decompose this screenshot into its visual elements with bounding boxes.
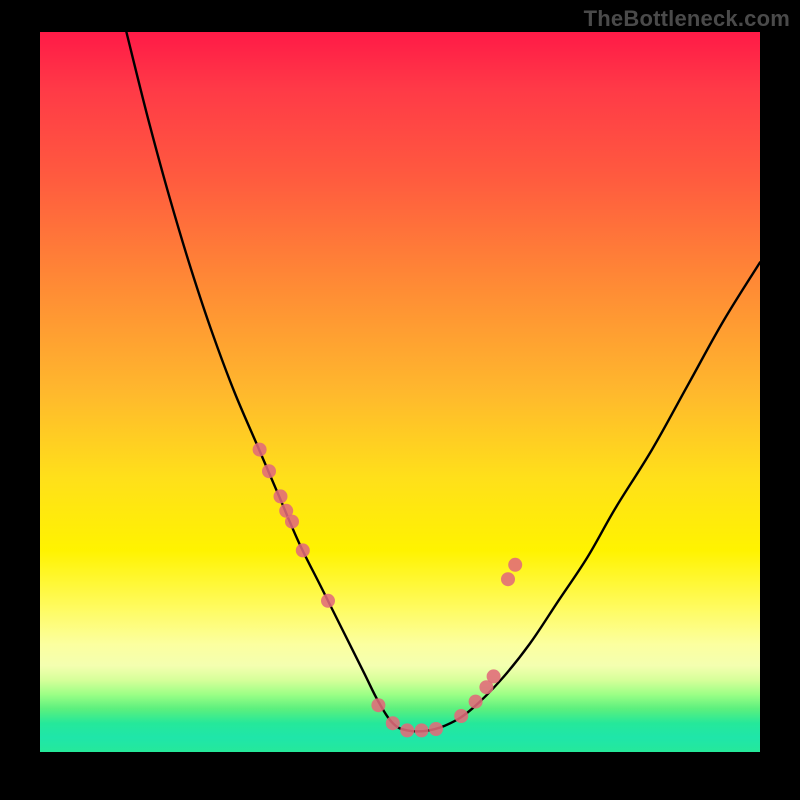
chart-frame: TheBottleneck.com — [0, 0, 800, 800]
curve-marker — [285, 515, 299, 529]
curve-marker — [469, 695, 483, 709]
curve-marker — [386, 716, 400, 730]
curve-marker — [400, 723, 414, 737]
watermark-label: TheBottleneck.com — [584, 6, 790, 32]
curve-marker — [296, 543, 310, 557]
curve-marker — [253, 443, 267, 457]
curve-svg — [40, 32, 760, 752]
curve-marker — [508, 558, 522, 572]
curve-marker — [501, 572, 515, 586]
curve-marker — [454, 709, 468, 723]
curve-marker — [321, 594, 335, 608]
curve-markers — [253, 443, 523, 738]
curve-marker — [429, 722, 443, 736]
curve-marker — [487, 669, 501, 683]
curve-marker — [262, 464, 276, 478]
curve-marker — [371, 698, 385, 712]
bottleneck-curve — [126, 32, 760, 731]
curve-marker — [415, 723, 429, 737]
plot-area — [40, 32, 760, 752]
curve-marker — [274, 489, 288, 503]
